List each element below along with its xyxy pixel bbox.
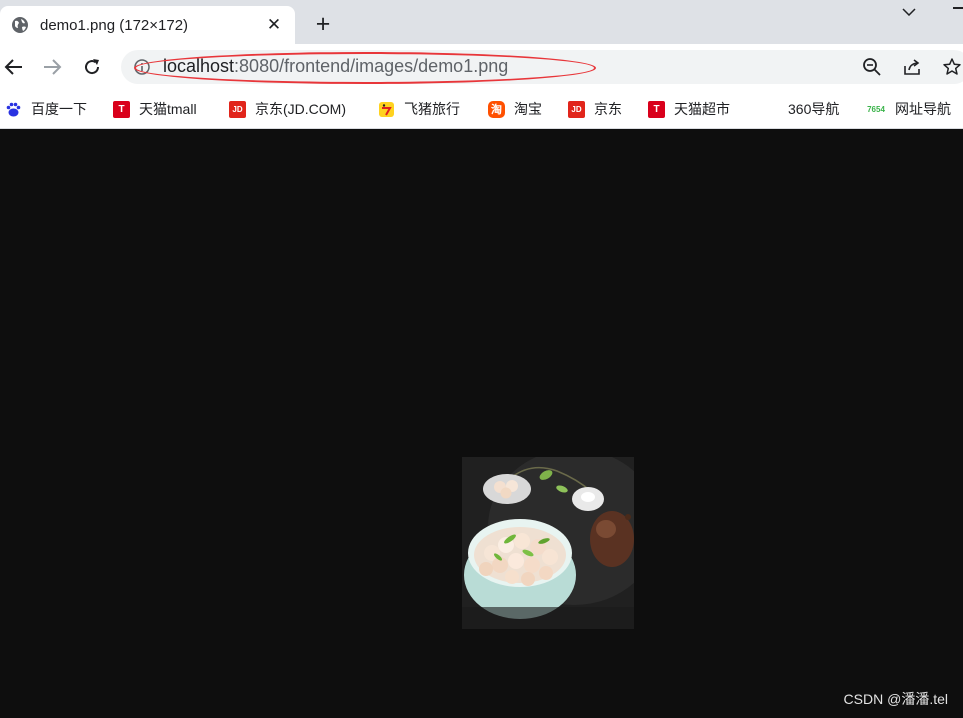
bookmark-label: 360导航 bbox=[788, 101, 840, 117]
address-bar[interactable]: localhost:8080/frontend/images/demo1.png bbox=[121, 50, 963, 84]
bookmark-360[interactable]: 360导航 bbox=[788, 98, 839, 120]
site-nav-icon: 7654 bbox=[867, 104, 885, 114]
tab-title: demo1.png (172×172) bbox=[40, 16, 189, 34]
tmall-icon: T bbox=[648, 100, 665, 118]
zoom-icon[interactable] bbox=[861, 56, 883, 78]
bookmark-label: 百度一下 bbox=[31, 101, 87, 117]
forward-arrow-icon bbox=[44, 59, 62, 75]
jd-icon: JD bbox=[568, 100, 585, 118]
minimize-icon[interactable] bbox=[953, 7, 963, 9]
bookmark-label: 天猫tmall bbox=[139, 101, 197, 117]
tab-strip: demo1.png (172×172) ✕ + bbox=[0, 0, 963, 44]
bookmark-label: 天猫超市 bbox=[674, 101, 730, 117]
reload-icon bbox=[85, 59, 100, 75]
back-button[interactable] bbox=[0, 53, 28, 81]
fliggy-icon bbox=[378, 101, 395, 118]
bookmark-star-icon[interactable] bbox=[941, 56, 963, 78]
viewed-image[interactable] bbox=[462, 457, 634, 629]
bookmark-taobao[interactable]: 淘 淘宝 bbox=[488, 98, 542, 120]
url-host: localhost bbox=[163, 56, 235, 76]
bookmark-label: 网址导航 bbox=[895, 101, 951, 117]
url-path: :8080/frontend/images/demo1.png bbox=[234, 56, 509, 76]
reload-button[interactable] bbox=[78, 53, 106, 81]
bookmark-label: 飞猪旅行 bbox=[404, 101, 460, 117]
bookmark-tmall[interactable]: T 天猫tmall bbox=[113, 98, 197, 120]
taobao-icon: 淘 bbox=[488, 100, 505, 118]
bookmark-jd-2[interactable]: JD 京东 bbox=[568, 98, 622, 120]
jd-icon: JD bbox=[229, 100, 246, 118]
new-tab-button[interactable]: + bbox=[309, 10, 337, 38]
bookmark-site-nav[interactable]: 7654 网址导航 bbox=[865, 98, 951, 120]
bookmark-baidu[interactable]: 百度一下 bbox=[5, 98, 87, 120]
image-viewer: CSDN @潘潘.tel bbox=[0, 129, 963, 718]
globe-icon bbox=[11, 16, 29, 34]
info-icon[interactable] bbox=[134, 59, 150, 75]
bookmark-tmall-supermarket[interactable]: T 天猫超市 bbox=[648, 98, 730, 120]
bookmark-label: 京东 bbox=[594, 101, 622, 117]
bookmark-label: 京东(JD.COM) bbox=[255, 101, 346, 117]
bookmark-fliggy[interactable]: 飞猪旅行 bbox=[378, 98, 460, 120]
toolbar: localhost:8080/frontend/images/demo1.png bbox=[0, 44, 963, 90]
active-tab[interactable]: demo1.png (172×172) ✕ bbox=[0, 6, 295, 44]
watermark: CSDN @潘潘.tel bbox=[843, 691, 948, 707]
back-arrow-icon bbox=[4, 59, 22, 75]
baidu-icon bbox=[5, 101, 22, 118]
bookmark-jd[interactable]: JD 京东(JD.COM) bbox=[229, 98, 346, 120]
tmall-icon: T bbox=[113, 100, 130, 118]
bookmarks-bar: 百度一下 T 天猫tmall JD 京东(JD.COM) 飞猪旅行 淘 淘宝 J… bbox=[0, 90, 963, 129]
bookmark-label: 淘宝 bbox=[514, 101, 542, 117]
share-icon[interactable] bbox=[901, 56, 923, 78]
chevron-down-icon[interactable] bbox=[897, 2, 921, 22]
url-text[interactable]: localhost:8080/frontend/images/demo1.png bbox=[163, 56, 508, 77]
close-tab-icon[interactable]: ✕ bbox=[263, 14, 285, 36]
forward-button[interactable] bbox=[38, 53, 66, 81]
